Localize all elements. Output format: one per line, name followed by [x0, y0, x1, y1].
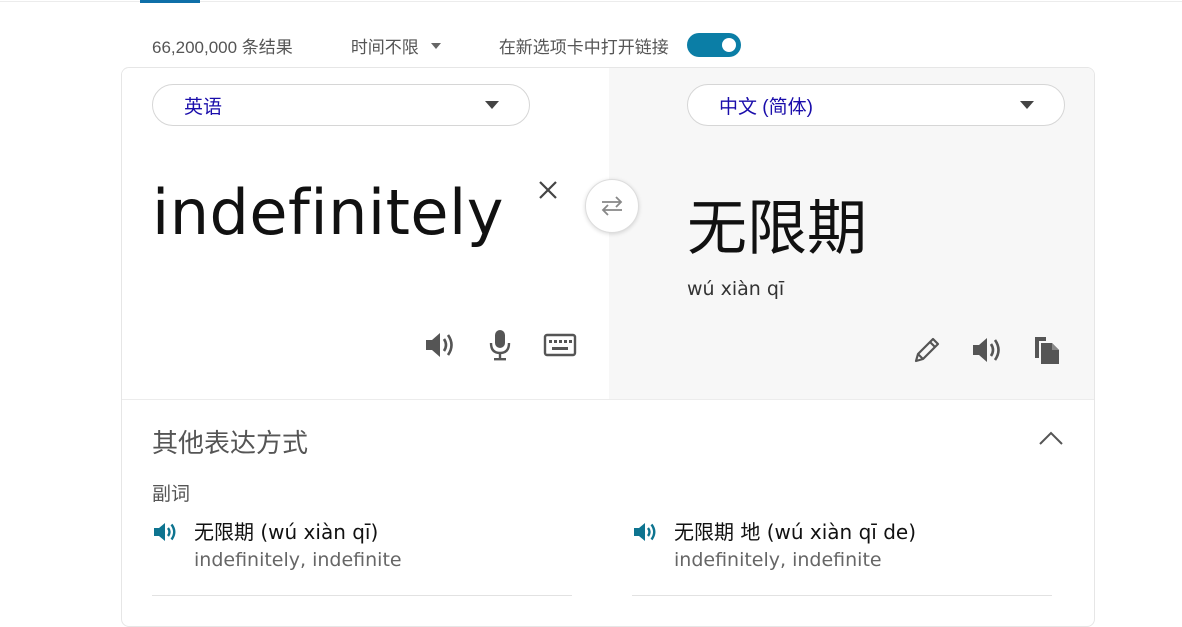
close-icon: [539, 181, 557, 199]
expression-divider: [152, 595, 572, 596]
expression-synonyms: indefinitely, indefinite: [674, 549, 882, 571]
translator-card: 英语 indefinitely 中文 (简体) 无限期 wú xiàn qī 其…: [121, 67, 1095, 627]
collapse-section-button[interactable]: [1036, 426, 1066, 450]
copy-translation-button[interactable]: [1029, 332, 1065, 368]
toggle-knob: [721, 38, 736, 52]
section-divider: [122, 399, 1094, 400]
source-listen-button[interactable]: [422, 327, 458, 363]
microphone-icon: [489, 330, 511, 361]
expression-term[interactable]: 无限期 地 (wú xiàn qī de): [674, 518, 916, 546]
expression-item: 无限期 (wú xiàn qī) indefinitely, indefinit…: [152, 518, 572, 572]
clear-text-button[interactable]: [536, 178, 560, 202]
chevron-down-icon: [1020, 101, 1034, 109]
expression-item: 无限期 地 (wú xiàn qī de) indefinitely, inde…: [632, 518, 1052, 572]
open-in-new-tab-setting: 在新选项卡中打开链接: [499, 33, 741, 58]
voice-input-button[interactable]: [482, 327, 518, 363]
swap-languages-button[interactable]: [585, 179, 639, 233]
speaker-icon: [973, 338, 1000, 362]
target-pane: 中文 (简体) 无限期 wú xiàn qī: [609, 68, 1094, 399]
part-of-speech-label: 副词: [152, 484, 191, 505]
open-in-new-tab-toggle[interactable]: [686, 33, 741, 57]
speaker-icon: [426, 333, 453, 357]
pencil-icon: [914, 337, 940, 363]
search-info-bar: 66,200,000 条结果 时间不限 在新选项卡中打开链接: [152, 30, 741, 60]
time-filter-label: 时间不限: [350, 37, 419, 57]
suggest-edit-button[interactable]: [909, 332, 945, 368]
speaker-icon[interactable]: [632, 520, 660, 544]
source-text[interactable]: indefinitely: [152, 176, 504, 249]
expression-divider: [632, 595, 1052, 596]
chevron-down-icon: [430, 43, 441, 49]
speaker-icon[interactable]: [152, 520, 180, 544]
chevron-down-icon: [485, 101, 499, 109]
source-pane: 英语 indefinitely: [122, 68, 609, 399]
translated-pinyin: wú xiàn qī: [687, 278, 785, 300]
active-tab-indicator: [140, 0, 200, 3]
swap-arrows-icon: [601, 196, 623, 216]
translated-text: 无限期: [687, 194, 867, 264]
source-language-select[interactable]: 英语: [152, 84, 530, 126]
open-in-new-tab-label: 在新选项卡中打开链接: [498, 37, 669, 57]
target-language-select[interactable]: 中文 (简体): [687, 84, 1065, 126]
result-count: 66,200,000 条结果: [152, 37, 293, 57]
expression-synonyms: indefinitely, indefinite: [194, 549, 402, 571]
time-filter-dropdown[interactable]: 时间不限: [351, 33, 441, 58]
target-language-label: 中文 (简体): [719, 96, 813, 118]
other-expressions-title: 其他表达方式: [152, 428, 309, 458]
copy-icon: [1035, 337, 1059, 364]
keyboard-icon: [543, 333, 577, 357]
target-listen-button[interactable]: [969, 332, 1005, 368]
expression-term[interactable]: 无限期 (wú xiàn qī): [194, 518, 378, 546]
source-language-label: 英语: [184, 96, 223, 118]
keyboard-button[interactable]: [542, 327, 578, 363]
chevron-up-icon: [1039, 431, 1063, 445]
